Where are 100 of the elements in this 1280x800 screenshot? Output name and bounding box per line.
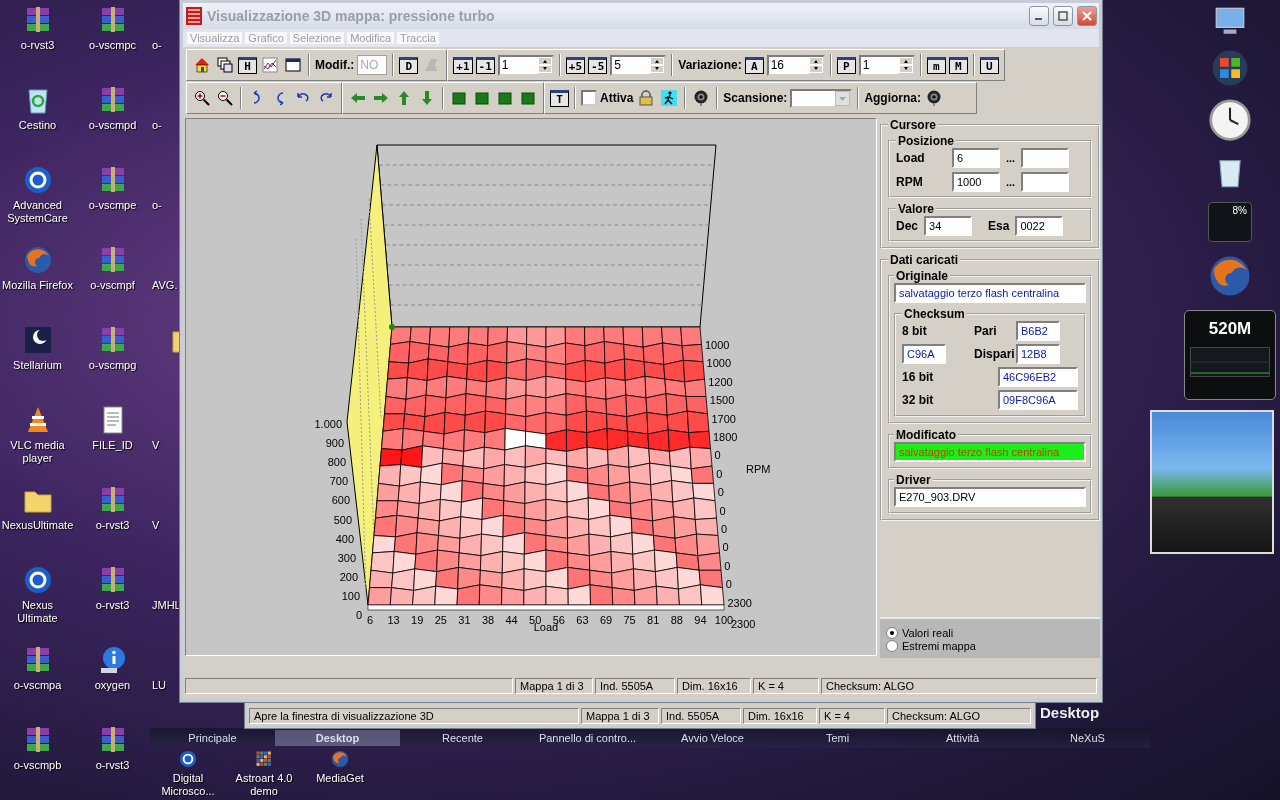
desktop-icon-label[interactable]: Stellarium bbox=[13, 359, 62, 372]
desktop-icon-label[interactable]: o- bbox=[152, 119, 162, 132]
desktop-icon-label[interactable]: Cestino bbox=[18, 119, 57, 132]
desktop-icon-label[interactable]: o-vscmpa bbox=[13, 679, 62, 692]
desktop-icon-label[interactable]: o- bbox=[152, 39, 162, 52]
desktop-icon-label[interactable]: o-vscmpf bbox=[90, 279, 135, 292]
toolbar-button[interactable]: P bbox=[836, 56, 856, 74]
checksum-field[interactable]: 12B8 bbox=[1016, 344, 1060, 364]
spin-down-icon[interactable] bbox=[537, 64, 552, 73]
spin-up-icon[interactable] bbox=[537, 56, 552, 65]
dock-item[interactable]: Temi bbox=[775, 730, 900, 746]
dock-item[interactable]: NeXuS bbox=[1025, 730, 1150, 746]
dock-item[interactable]: Recente bbox=[400, 730, 525, 746]
checksum-field[interactable]: C96A bbox=[902, 344, 946, 364]
radio-label[interactable]: Estremi mappa bbox=[902, 640, 976, 652]
checkbox[interactable] bbox=[581, 90, 597, 106]
desktop-icon-label[interactable]: MediaGet bbox=[316, 772, 364, 785]
desktop-icon-label[interactable]: o-rvst3 bbox=[95, 599, 130, 612]
spin-up-icon[interactable] bbox=[808, 56, 823, 65]
window-icon[interactable] bbox=[283, 55, 303, 75]
value-field[interactable] bbox=[1021, 148, 1070, 168]
spin-down-icon[interactable] bbox=[898, 64, 913, 73]
desktop-icon-label[interactable]: Nexus Ultimate bbox=[0, 599, 75, 625]
desktop-icon-label[interactable]: Mozilla Firefox bbox=[2, 279, 73, 292]
driver-field[interactable]: E270_903.DRV bbox=[894, 487, 1086, 507]
desktop-icon-label[interactable]: o-rvst3 bbox=[95, 759, 130, 772]
toolbar-button[interactable]: +5 bbox=[565, 56, 586, 74]
desktop-icon-label[interactable]: Astroart 4.0 demo bbox=[227, 772, 301, 798]
checksum-field[interactable]: 46C96EB2 bbox=[998, 367, 1078, 387]
desktop-icon-label[interactable]: JMHL bbox=[152, 599, 181, 612]
checksum-field[interactable]: 09F8C96A bbox=[998, 390, 1078, 410]
radio-label[interactable]: Valori reali bbox=[902, 627, 954, 639]
dock-item[interactable]: Avvio Veloce bbox=[650, 730, 775, 746]
toolbar-button[interactable]: D bbox=[399, 56, 419, 74]
desktop-icon-label[interactable]: LU bbox=[152, 679, 167, 692]
desktop-icon-label[interactable]: o-vscmpd bbox=[88, 119, 137, 132]
chart-icon[interactable] bbox=[260, 55, 280, 75]
status-text: Mappa 1 di 3 bbox=[581, 708, 659, 724]
desktop-icon-label[interactable]: FILE_ID bbox=[92, 439, 133, 452]
desktop-icon-label[interactable]: NexusUltimate bbox=[1, 519, 74, 532]
desktop-icon-label[interactable]: o-rvst3 bbox=[95, 519, 130, 532]
toolbar-button[interactable]: U bbox=[979, 56, 999, 74]
desktop-icon-label[interactable]: VLC media player bbox=[0, 439, 75, 465]
spin-field[interactable]: 1 bbox=[497, 54, 554, 76]
windows-icon[interactable] bbox=[215, 55, 235, 75]
dropdown-field[interactable] bbox=[790, 88, 853, 108]
value-field[interactable]: 1000 bbox=[952, 172, 1000, 192]
spin-field[interactable]: 5 bbox=[610, 54, 667, 76]
dock-item[interactable]: Desktop bbox=[275, 730, 400, 746]
maximize-icon[interactable] bbox=[1058, 11, 1068, 21]
desktop-icon-label[interactable]: o-vscmpe bbox=[88, 199, 137, 212]
toolbar-button[interactable]: -1 bbox=[475, 56, 495, 74]
desktop-icon-label[interactable]: Digital Microsco... bbox=[151, 772, 225, 798]
toolbar-button[interactable]: M bbox=[948, 56, 968, 74]
desktop-icon-label[interactable]: AVG. bbox=[152, 279, 178, 292]
radio-button[interactable] bbox=[886, 640, 898, 652]
desktop-icon-label[interactable]: oxygen bbox=[94, 679, 131, 692]
original-field[interactable]: salvataggio terzo flash centralina bbox=[894, 283, 1086, 303]
desktop-icon-label[interactable]: V bbox=[152, 519, 160, 532]
graph-icon bbox=[1190, 347, 1270, 377]
spin-up-icon[interactable] bbox=[650, 56, 665, 65]
dock-item[interactable]: Principale bbox=[150, 730, 275, 746]
close-button[interactable] bbox=[1077, 6, 1097, 26]
radio-button[interactable] bbox=[886, 627, 898, 639]
desktop-icon-label[interactable]: Advanced SystemCare bbox=[0, 199, 75, 225]
desktop-icon-label[interactable]: o-vscmpg bbox=[88, 359, 137, 372]
toolbar-button[interactable]: H bbox=[238, 56, 257, 74]
running-figure-icon[interactable] bbox=[659, 88, 680, 108]
spin-down-icon[interactable] bbox=[650, 64, 665, 73]
value-field[interactable]: 6 bbox=[952, 148, 1000, 168]
zoom-out-icon[interactable] bbox=[215, 88, 235, 108]
desktop-icon-label[interactable]: V bbox=[152, 439, 160, 452]
flag-orb-icon[interactable] bbox=[1210, 48, 1250, 88]
checksum-field[interactable]: B6B2 bbox=[1016, 321, 1060, 341]
minimize-button[interactable] bbox=[1029, 6, 1049, 26]
checkbox-label[interactable]: Attiva bbox=[600, 91, 634, 105]
toolbar-button[interactable]: -5 bbox=[588, 56, 608, 74]
desktop-icon-label[interactable]: o-vscmpc bbox=[88, 39, 137, 52]
desktop-icon-label[interactable]: o-vscmpb bbox=[13, 759, 62, 772]
spin-down-icon[interactable] bbox=[808, 64, 823, 73]
zoom-in-icon[interactable] bbox=[192, 88, 212, 108]
desktop-icon-label[interactable]: o- bbox=[152, 199, 162, 212]
value-field[interactable] bbox=[1021, 172, 1070, 192]
axis-tick-label: 0 bbox=[355, 609, 362, 621]
value-field[interactable]: 0022 bbox=[1015, 216, 1064, 236]
toolbar-button[interactable]: +1 bbox=[453, 56, 473, 74]
spin-up-icon[interactable] bbox=[898, 56, 913, 65]
spin-field[interactable]: 1 bbox=[858, 54, 915, 76]
desktop-icon-label[interactable]: o-rvst3 bbox=[20, 39, 55, 52]
toolbar-button[interactable]: m bbox=[926, 56, 946, 74]
axis-tick-label: 1200 bbox=[708, 375, 733, 388]
dock-item[interactable]: Attività bbox=[900, 730, 1025, 746]
toolbar-button[interactable]: T bbox=[550, 89, 569, 107]
value-field[interactable]: 34 bbox=[924, 216, 972, 236]
close-icon[interactable] bbox=[1082, 11, 1092, 21]
axis-tick-label: 25 bbox=[434, 614, 447, 626]
spin-field[interactable]: 16 bbox=[766, 54, 825, 76]
toolbar-button[interactable]: A bbox=[744, 56, 764, 74]
dock-item[interactable]: Pannello di contro... bbox=[525, 730, 650, 746]
maximize-button[interactable] bbox=[1053, 6, 1073, 26]
